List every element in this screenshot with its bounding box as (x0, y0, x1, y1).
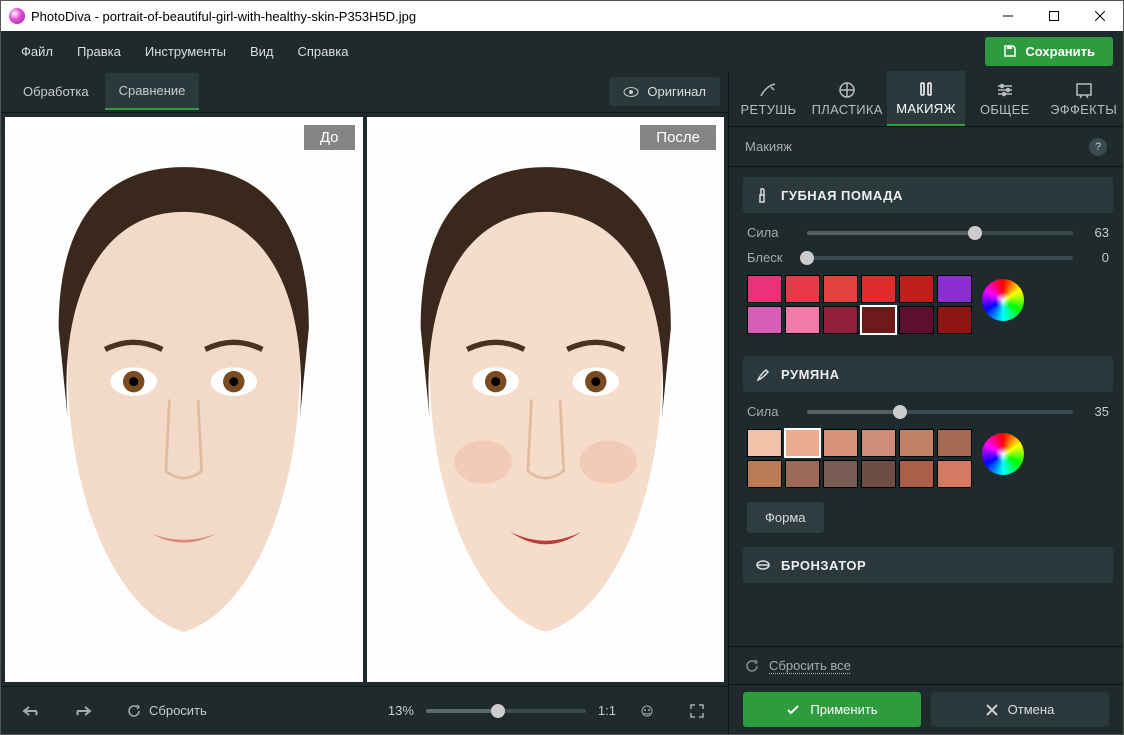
canvas-area: До После (1, 113, 728, 686)
color-swatch[interactable] (747, 460, 782, 488)
section-blush-body: Сила 35 Форма (743, 404, 1113, 547)
color-swatch[interactable] (861, 429, 896, 457)
titlebar: PhotoDiva - portrait-of-beautiful-girl-w… (1, 1, 1123, 31)
blush-color-wheel[interactable] (982, 433, 1024, 475)
tab-processing[interactable]: Обработка (9, 74, 103, 109)
color-swatch[interactable] (747, 306, 782, 334)
redo-button[interactable] (63, 695, 101, 727)
menu-file[interactable]: Файл (11, 38, 63, 65)
undo-button[interactable] (13, 695, 51, 727)
color-swatch[interactable] (899, 275, 934, 303)
tool-tabs: РЕТУШЬ ПЛАСТИКА МАКИЯЖ ОБЩЕЕ ЭФФЕКТЫ (729, 71, 1123, 127)
color-swatch[interactable] (747, 275, 782, 303)
zoom-value: 13% (378, 703, 414, 718)
window-title: PhotoDiva - portrait-of-beautiful-girl-w… (31, 9, 985, 24)
color-swatch[interactable] (785, 429, 820, 457)
eye-icon (623, 86, 639, 98)
color-swatch[interactable] (937, 460, 972, 488)
color-swatch[interactable] (861, 460, 896, 488)
color-swatch[interactable] (899, 460, 934, 488)
tool-tab-plastic[interactable]: ПЛАСТИКА (808, 71, 887, 126)
brush-icon (755, 366, 771, 382)
color-swatch[interactable] (823, 429, 858, 457)
menu-edit[interactable]: Правка (67, 38, 131, 65)
blush-shape-button[interactable]: Форма (747, 502, 824, 533)
lipstick-color-wheel[interactable] (982, 279, 1024, 321)
color-swatch[interactable] (747, 429, 782, 457)
lipstick-gloss-label: Блеск (747, 250, 795, 265)
minimize-button[interactable] (985, 1, 1031, 31)
zoom-slider[interactable] (426, 709, 586, 713)
original-toggle-button[interactable]: Оригинал (609, 77, 720, 106)
panel-header: Макияж ? (729, 127, 1123, 167)
lipstick-strength-slider[interactable] (807, 231, 1073, 235)
close-icon (986, 704, 998, 716)
color-swatch[interactable] (785, 460, 820, 488)
save-button[interactable]: Сохранить (985, 37, 1113, 66)
lipstick-gloss-slider[interactable] (807, 256, 1073, 260)
color-swatch[interactable] (823, 460, 858, 488)
blush-strength-slider[interactable] (807, 410, 1073, 414)
menu-help[interactable]: Справка (287, 38, 358, 65)
blush-strength-value: 35 (1085, 404, 1109, 419)
lipstick-icon (755, 187, 771, 203)
lipstick-strength-value: 63 (1085, 225, 1109, 240)
color-swatch[interactable] (861, 275, 896, 303)
reset-all-link[interactable]: Сбросить все (729, 646, 1123, 684)
check-icon (786, 704, 800, 716)
blush-strength-label: Сила (747, 404, 795, 419)
color-swatch[interactable] (785, 306, 820, 334)
before-label: До (304, 125, 355, 150)
color-swatch[interactable] (937, 275, 972, 303)
fit-face-button[interactable] (628, 695, 666, 727)
color-swatch[interactable] (937, 306, 972, 334)
color-swatch[interactable] (785, 275, 820, 303)
fullscreen-button[interactable] (678, 695, 716, 727)
section-lipstick-body: Сила 63 Блеск 0 (743, 225, 1113, 356)
menubar: Файл Правка Инструменты Вид Справка Сохр… (1, 31, 1123, 71)
app-logo-icon (9, 8, 25, 24)
color-swatch[interactable] (823, 306, 858, 334)
menu-tools[interactable]: Инструменты (135, 38, 236, 65)
apply-button[interactable]: Применить (743, 692, 921, 727)
tool-tab-retouch[interactable]: РЕТУШЬ (729, 71, 808, 126)
color-swatch[interactable] (899, 306, 934, 334)
tool-tab-effects[interactable]: ЭФФЕКТЫ (1044, 71, 1123, 126)
tool-tab-makeup[interactable]: МАКИЯЖ (887, 71, 966, 126)
refresh-icon (127, 704, 141, 718)
lipstick-gloss-value: 0 (1085, 250, 1109, 265)
tool-tab-general[interactable]: ОБЩЕЕ (965, 71, 1044, 126)
section-blush-header[interactable]: РУМЯНА (743, 356, 1113, 392)
before-canvas[interactable]: До (5, 117, 363, 682)
after-image (367, 117, 725, 682)
section-bronzer-header[interactable]: БРОНЗАТОР (743, 547, 1113, 583)
before-image (5, 117, 363, 682)
color-swatch[interactable] (861, 306, 896, 334)
maximize-button[interactable] (1031, 1, 1077, 31)
zoom-1to1-button[interactable]: 1:1 (598, 703, 616, 718)
refresh-icon (745, 659, 759, 673)
help-button[interactable]: ? (1089, 138, 1107, 156)
color-swatch[interactable] (899, 429, 934, 457)
section-lipstick-header[interactable]: ГУБНАЯ ПОМАДА (743, 177, 1113, 213)
color-swatch[interactable] (823, 275, 858, 303)
save-icon (1003, 44, 1017, 58)
after-label: После (640, 125, 716, 150)
bronzer-icon (755, 557, 771, 573)
reset-button[interactable]: Сбросить (113, 697, 221, 724)
lipstick-swatches (747, 275, 972, 334)
blush-swatches (747, 429, 972, 488)
close-button[interactable] (1077, 1, 1123, 31)
tab-compare[interactable]: Сравнение (105, 73, 200, 110)
menu-view[interactable]: Вид (240, 38, 284, 65)
color-swatch[interactable] (937, 429, 972, 457)
cancel-button[interactable]: Отмена (931, 692, 1109, 727)
after-canvas[interactable]: После (367, 117, 725, 682)
lipstick-strength-label: Сила (747, 225, 795, 240)
